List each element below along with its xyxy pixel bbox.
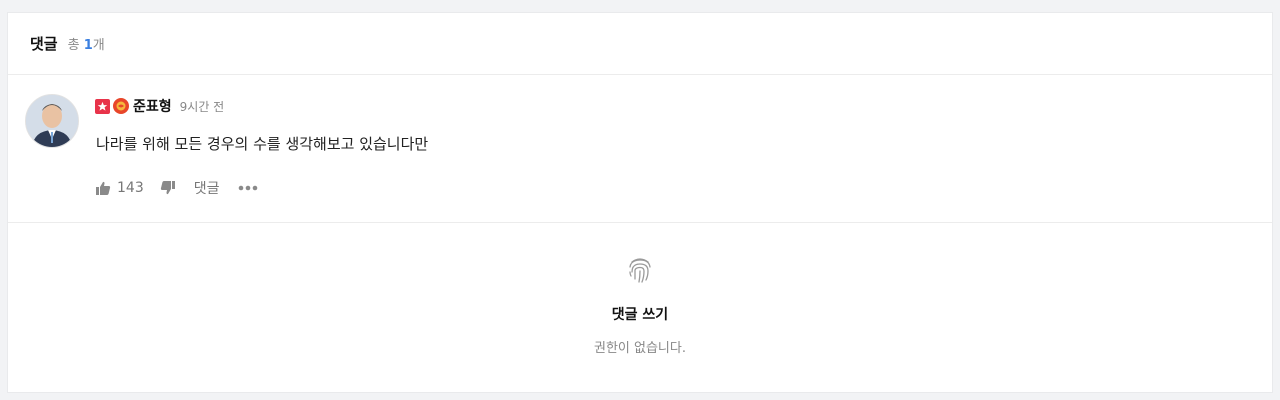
comment-meta: 준표형 9시간 전 — [95, 97, 224, 115]
comment-text: 나라를 위해 모든 경우의 수를 생각해보고 있습니다만 — [96, 135, 429, 153]
more-options-button[interactable] — [238, 185, 258, 191]
count-prefix: 총 — [67, 38, 80, 53]
more-dots-icon — [238, 185, 257, 191]
dislike-button[interactable] — [160, 180, 176, 196]
star-badge-icon — [95, 98, 110, 114]
comments-title: 댓글 — [30, 35, 58, 53]
comment-time: 9시간 전 — [179, 99, 225, 114]
thumbs-up-icon — [96, 181, 111, 195]
count-suffix: 개 — [92, 38, 105, 53]
thumbs-down-icon — [160, 181, 175, 195]
fingerprint-icon — [629, 258, 651, 283]
like-count: 143 — [117, 180, 144, 196]
write-comment-title: 댓글 쓰기 — [611, 307, 669, 323]
like-button[interactable]: 143 — [95, 180, 144, 196]
emblem-badge-icon — [113, 98, 129, 114]
comments-count: 총 1개 — [68, 34, 105, 53]
comments-header: 댓글 총 1개 — [8, 13, 1272, 75]
avatar-photo — [26, 95, 78, 147]
comment-actions: 143 댓글 — [95, 178, 258, 198]
avatar[interactable] — [25, 94, 79, 148]
reply-button[interactable]: 댓글 — [194, 178, 220, 198]
comment-author[interactable]: 준표형 — [133, 96, 172, 116]
count-number: 1 — [83, 38, 93, 53]
write-comment-section: 댓글 쓰기 권한이 없습니다. — [8, 223, 1272, 391]
permission-message: 권한이 없습니다. — [594, 341, 686, 356]
comments-panel: 댓글 총 1개 준표형 9시간 전 나라를 위해 모든 경우의 수를 생각해보고… — [8, 13, 1272, 392]
comment-item: 준표형 9시간 전 나라를 위해 모든 경우의 수를 생각해보고 있습니다만 1… — [8, 75, 1272, 223]
